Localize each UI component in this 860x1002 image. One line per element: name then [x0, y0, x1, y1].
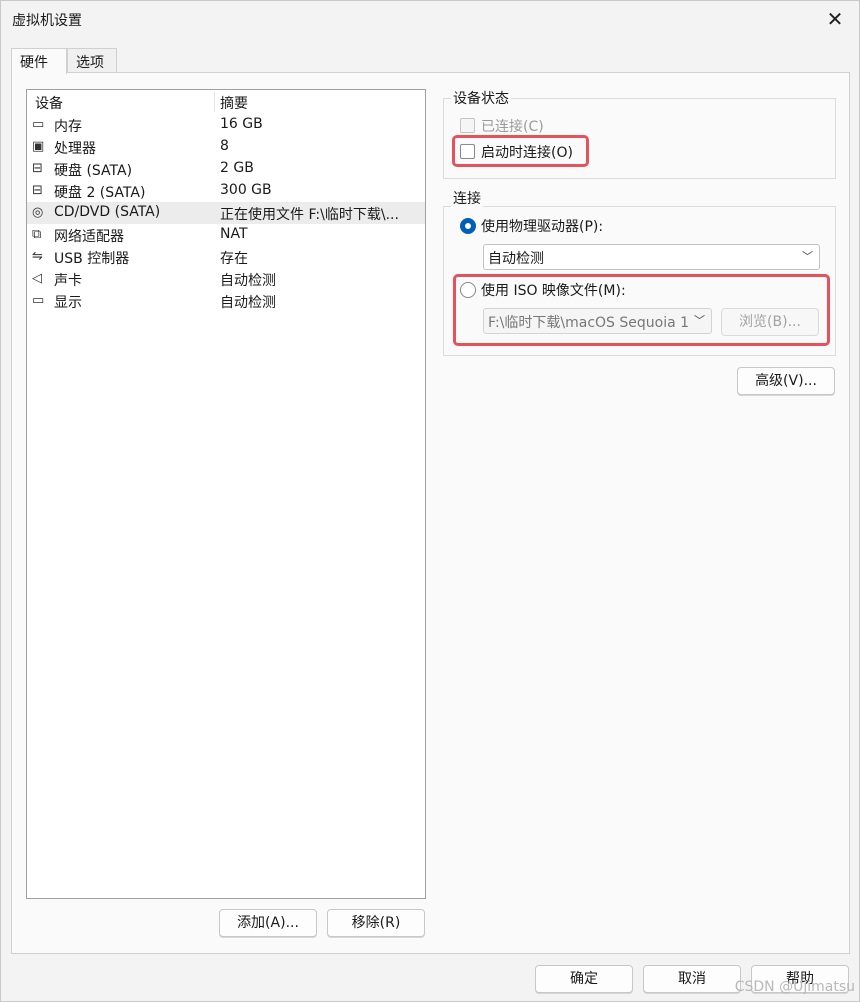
connect-on-power-on-checkbox[interactable]	[460, 144, 475, 159]
device-summary: 自动检测	[220, 273, 276, 289]
iso-path-combobox[interactable]: F:\临时下载\macOS Sequoia 1 ﹀	[483, 308, 712, 334]
physical-drive-dropdown[interactable]: 自动检测 ﹀	[483, 244, 820, 270]
browse-button[interactable]: 浏览(B)...	[721, 308, 819, 336]
iso-path-value: F:\临时下载\macOS Sequoia 1	[488, 315, 688, 331]
device-list[interactable]: 设备 摘要 ▭ 内存 16 GB ▣ 处理器 8 ⊟ 硬盘 (SATA) 2 GB ⊟ 硬盘 2 (…	[26, 89, 426, 899]
device-summary: 300 GB	[220, 182, 272, 198]
device-row[interactable]: ⧉ 网络适配器 NAT	[27, 224, 425, 246]
sound-card-icon: ◁	[32, 271, 42, 286]
connect-on-power-on-label[interactable]: 启动时连接(O)	[481, 142, 573, 162]
watermark: CSDN @Ujimatsu	[734, 979, 855, 995]
device-summary: 2 GB	[220, 160, 254, 176]
device-name: 内存	[54, 119, 82, 135]
hard-disk-icon: ⊟	[32, 161, 43, 176]
device-summary: 正在使用文件 F:\临时下载\...	[220, 207, 399, 223]
device-name: 声卡	[54, 273, 82, 289]
device-name: 网络适配器	[54, 229, 124, 245]
physical-drive-radio[interactable]	[460, 218, 476, 234]
display-icon: ▭	[32, 293, 45, 308]
close-icon[interactable]: ✕	[823, 7, 847, 31]
device-name: 显示	[54, 295, 82, 311]
device-row[interactable]: ⇋ USB 控制器 存在	[27, 246, 425, 268]
cpu-icon: ▣	[32, 139, 45, 154]
device-name: 处理器	[54, 141, 96, 157]
device-name: 硬盘 2 (SATA)	[54, 185, 146, 201]
device-summary: 存在	[220, 251, 248, 267]
device-status-group	[443, 98, 836, 179]
device-row[interactable]: ▣ 处理器 8	[27, 136, 425, 158]
device-row[interactable]: ◎ CD/DVD (SATA) 正在使用文件 F:\临时下载\...	[27, 202, 425, 224]
hard-disk-icon: ⊟	[32, 183, 43, 198]
chevron-down-icon: ﹀	[694, 314, 705, 327]
remove-device-button[interactable]: 移除(R)	[327, 909, 425, 937]
device-name: CD/DVD (SATA)	[54, 204, 161, 220]
column-header-summary[interactable]: 摘要	[220, 93, 248, 113]
advanced-button[interactable]: 高级(V)...	[737, 367, 835, 395]
device-summary: 自动检测	[220, 295, 276, 311]
usb-icon: ⇋	[32, 249, 43, 264]
device-row[interactable]: ◁ 声卡 自动检测	[27, 268, 425, 290]
title-bar: 虚拟机设置 ✕	[1, 1, 859, 39]
device-summary: 8	[220, 138, 229, 154]
device-row[interactable]: ⊟ 硬盘 2 (SATA) 300 GB	[27, 180, 425, 202]
physical-drive-label[interactable]: 使用物理驱动器(P):	[481, 216, 603, 236]
column-header-device[interactable]: 设备	[35, 93, 63, 113]
iso-image-label[interactable]: 使用 ISO 映像文件(M):	[481, 280, 626, 300]
physical-drive-value: 自动检测	[488, 251, 544, 267]
device-summary: 16 GB	[220, 116, 263, 132]
device-name: USB 控制器	[54, 251, 130, 267]
device-list-header: 设备 摘要	[27, 90, 425, 114]
ok-button[interactable]: 确定	[535, 965, 633, 993]
tab-options[interactable]: 选项	[67, 48, 117, 73]
vm-settings-window: 虚拟机设置 ✕ 硬件 选项 设备 摘要 ▭ 内存 16 GB ▣ 处理器 8 ⊟ 硬盘 (SA…	[0, 0, 860, 1002]
chevron-down-icon: ﹀	[802, 250, 813, 263]
connection-label: 连接	[451, 188, 483, 208]
connected-checkbox[interactable]	[460, 118, 475, 133]
cd-dvd-icon: ◎	[32, 205, 44, 220]
cancel-button[interactable]: 取消	[643, 965, 741, 993]
device-row[interactable]: ⊟ 硬盘 (SATA) 2 GB	[27, 158, 425, 180]
tab-hardware[interactable]: 硬件	[11, 48, 67, 74]
device-name: 硬盘 (SATA)	[54, 163, 133, 179]
device-summary: NAT	[220, 226, 248, 242]
column-divider[interactable]	[214, 92, 215, 112]
iso-image-radio[interactable]	[460, 282, 476, 298]
network-adapter-icon: ⧉	[32, 227, 42, 242]
device-status-label: 设备状态	[451, 88, 511, 108]
device-row[interactable]: ▭ 内存 16 GB	[27, 114, 425, 136]
connected-label: 已连接(C)	[481, 119, 544, 135]
window-title: 虚拟机设置	[12, 13, 82, 29]
add-device-button[interactable]: 添加(A)...	[219, 909, 317, 937]
memory-icon: ▭	[32, 117, 45, 132]
device-row[interactable]: ▭ 显示 自动检测	[27, 290, 425, 312]
